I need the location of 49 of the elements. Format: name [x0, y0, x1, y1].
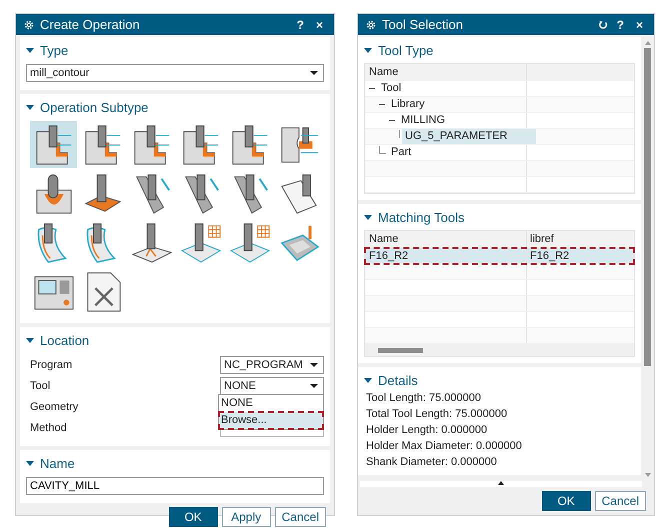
detail-text: Tool Length: 75.000000: [366, 392, 482, 405]
table-cell: F16_R2: [365, 248, 527, 263]
window-title: Create Operation: [40, 17, 141, 32]
detail-text: Holder Max Diameter: 0.000000: [366, 440, 523, 453]
dialog-button[interactable]: Cancel: [274, 507, 326, 527]
section-header[interactable]: Operation Subtype: [26, 97, 324, 117]
section-header[interactable]: Tool Type: [364, 40, 635, 60]
column-header: libref: [529, 232, 555, 247]
field-label: Method: [30, 422, 67, 434]
scrollbar[interactable]: [365, 344, 634, 356]
type-dropdown[interactable]: mill_contour: [26, 64, 324, 82]
dropdown-option[interactable]: NONE: [219, 395, 323, 412]
field-label: Geometry: [30, 400, 78, 412]
tree-item[interactable]: MILLING: [398, 113, 448, 128]
settings-icon[interactable]: [24, 20, 34, 30]
field-label: Tool: [30, 380, 50, 392]
table-cell-text: F16_R2: [529, 248, 570, 263]
column-header: Name: [365, 64, 527, 80]
detail-text: Shank Diameter: 0.000000: [366, 456, 498, 469]
close-button[interactable]: ×: [312, 18, 326, 32]
section-header[interactable]: Matching Tools: [364, 207, 635, 227]
dialog-button[interactable]: Apply: [222, 507, 271, 527]
tool-dropdown[interactable]: NONE: [220, 376, 324, 394]
tree-item[interactable]: Part: [388, 145, 414, 160]
program-dropdown[interactable]: NC_PROGRAM: [220, 356, 324, 374]
section-header[interactable]: Details: [364, 370, 635, 390]
name-field[interactable]: CAVITY_MILL: [26, 477, 324, 495]
dialog-button[interactable]: OK: [542, 491, 591, 511]
section-header[interactable]: Name: [26, 453, 324, 473]
dialog-button[interactable]: OK: [168, 507, 218, 527]
tree-item[interactable]: Tool: [378, 81, 404, 96]
table-row[interactable]: F16_R2 F16_R2: [365, 248, 634, 264]
help-button[interactable]: ?: [614, 18, 627, 32]
help-button[interactable]: ?: [294, 18, 307, 32]
field-label: Program: [30, 358, 72, 370]
settings-icon[interactable]: [366, 20, 376, 30]
refresh-icon[interactable]: [598, 20, 608, 30]
detail-text: Total Tool Length: 75.000000: [366, 408, 508, 421]
subtype-button[interactable]: [30, 121, 77, 168]
window-title: Tool Selection: [382, 17, 464, 32]
detail-text: Holder Length: 0.000000: [366, 424, 488, 437]
tree-item[interactable]: Library: [388, 97, 428, 112]
splitter-handle-icon[interactable]: [498, 481, 504, 485]
tree-item[interactable]: UG_5_PARAMETER: [402, 129, 536, 144]
dropdown-option[interactable]: Browse...: [219, 412, 323, 429]
close-button[interactable]: ×: [632, 18, 646, 32]
section-header[interactable]: Location: [26, 330, 324, 350]
dialog-button[interactable]: Cancel: [594, 491, 646, 511]
section-header[interactable]: Type: [26, 40, 324, 60]
